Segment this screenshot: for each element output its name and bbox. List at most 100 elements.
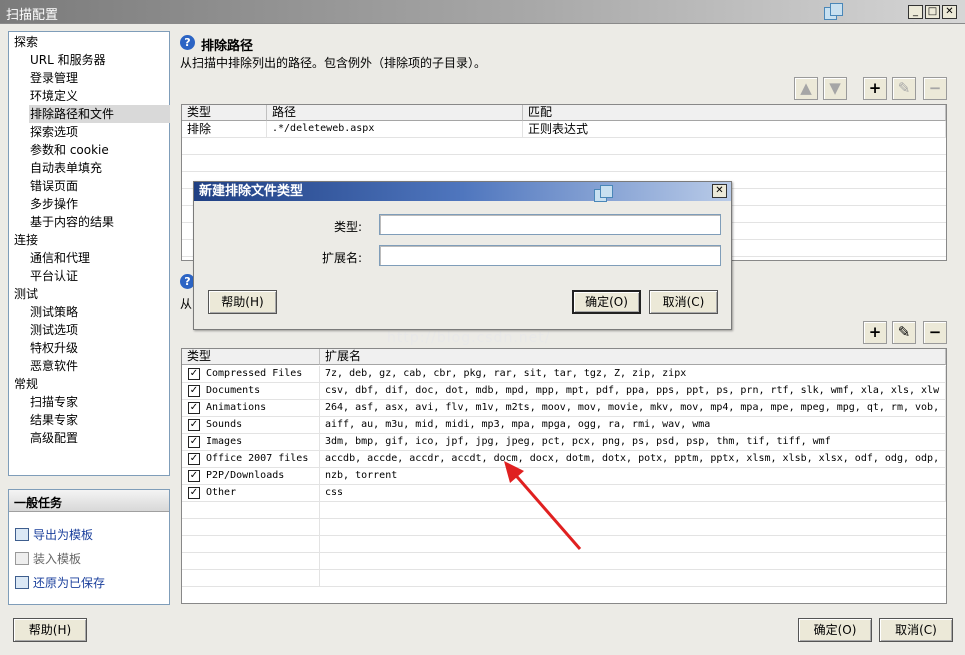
add-file-type-button[interactable]: + [863, 321, 887, 344]
tree-item-result-expert[interactable]: 结果专家 [29, 411, 170, 429]
restore-icon [15, 576, 29, 589]
general-tasks-panel: 一般任务 导出为模板 装入模板 还原为已保存 [8, 489, 170, 605]
task-restore-saved[interactable]: 还原为已保存 [15, 574, 105, 592]
file-type-row[interactable]: Documents ✓ csv, dbf, dif, doc, dot, mdb… [182, 383, 946, 400]
cancel-button[interactable]: 取消(C) [879, 618, 953, 642]
tree-item-auto-form-fill[interactable]: 自动表单填充 [29, 159, 170, 177]
tree-group-general[interactable]: 常规 [14, 375, 38, 393]
edit-path-button[interactable]: ✎ [892, 77, 916, 100]
tree-item-test-policy[interactable]: 测试策略 [29, 303, 170, 321]
file-type-checkbox[interactable]: ✓ [188, 453, 200, 465]
tree-item-error-pages[interactable]: 错误页面 [29, 177, 170, 195]
config-tree: 探索 URL 和服务器 登录管理 环境定义 排除路径和文件 探索选项 参数和 c… [8, 31, 170, 476]
tree-item-comm-proxy[interactable]: 通信和代理 [29, 249, 170, 267]
file-type-cell: P2P/Downloads [182, 468, 320, 485]
tasks-title: 一般任务 [9, 490, 169, 512]
help-button[interactable]: 帮助(H) [13, 618, 87, 642]
file-type-row[interactable]: Sounds ✓ aiff, au, m3u, mid, midi, mp3, … [182, 417, 946, 434]
tree-item-environment[interactable]: 环境定义 [29, 87, 170, 105]
file-type-checkbox[interactable]: ✓ [188, 368, 200, 380]
tree-item-privilege-escalation[interactable]: 特权升级 [29, 339, 170, 357]
file-type-checkbox[interactable]: ✓ [188, 470, 200, 482]
move-down-button[interactable]: ▼ [823, 77, 847, 100]
task-export-template[interactable]: 导出为模板 [15, 526, 93, 544]
help-icon[interactable]: ? [180, 35, 195, 50]
file-type-checkbox[interactable]: ✓ [188, 402, 200, 414]
file-type-row[interactable]: Compressed Files ✓ 7z, deb, gz, cab, cbr… [182, 366, 946, 383]
extensions-cell: accdb, accde, accdr, accdt, docm, docx, … [320, 451, 946, 468]
exclude-files-description: 从 [180, 297, 193, 311]
dialog-close-button[interactable]: ✕ [712, 184, 727, 198]
tree-item-content-results[interactable]: 基于内容的结果 [29, 213, 170, 231]
extensions-cell: aiff, au, m3u, mid, midi, mp3, mpa, mpga… [320, 417, 946, 434]
file-type-checkbox[interactable]: ✓ [188, 419, 200, 431]
config-window-icon [824, 3, 846, 21]
tree-item-login-management[interactable]: 登录管理 [29, 69, 170, 87]
table-row[interactable]: 排除 .*/deleteweb.aspx 正则表达式 [182, 121, 946, 138]
file-type-cell: Compressed Files [182, 366, 320, 383]
load-template-icon [15, 552, 29, 565]
maximize-button[interactable]: □ [925, 5, 940, 19]
tree-item-scan-expert[interactable]: 扫描专家 [29, 393, 170, 411]
window-title-bar[interactable]: 扫描配置 _ □ ✕ [0, 0, 965, 24]
tree-item-url-servers[interactable]: URL 和服务器 [29, 51, 170, 69]
type-input[interactable] [379, 214, 721, 235]
tree-item-advanced-config[interactable]: 高级配置 [29, 429, 170, 447]
empty-row [182, 570, 946, 587]
tree-group-test[interactable]: 测试 [14, 285, 38, 303]
exclude-paths-description: 从扫描中排除列出的路径。包含例外（排除项的子目录）。 [180, 56, 487, 70]
tree-group-connection[interactable]: 连接 [14, 231, 38, 249]
tree-item-multistep[interactable]: 多步操作 [29, 195, 170, 213]
file-type-checkbox[interactable]: ✓ [188, 385, 200, 397]
annotation-arrow-shaft [510, 470, 582, 550]
type-label: 类型: [333, 220, 362, 234]
tree-item-malware[interactable]: 恶意软件 [29, 357, 170, 375]
column-header-match[interactable]: 匹配 [523, 105, 946, 121]
tree-item-explore-options[interactable]: 探索选项 [29, 123, 170, 141]
dialog-window-icon [594, 185, 616, 203]
column-header-type[interactable]: 类型 [182, 105, 267, 121]
remove-file-type-button[interactable]: − [923, 321, 947, 344]
dialog-ok-button[interactable]: 确定(O) [572, 290, 641, 314]
tree-group-explore[interactable]: 探索 [14, 33, 38, 51]
annotation-arrow [504, 461, 582, 550]
file-type-cell: Images [182, 434, 320, 451]
file-type-row[interactable]: Images ✓ 3dm, bmp, gif, ico, jpf, jpg, j… [182, 434, 946, 451]
new-exclude-file-type-dialog: 新建排除文件类型 ✕ 类型: 扩展名: 帮助(H) 确定(O) 取消(C) [193, 181, 732, 330]
move-up-button[interactable]: ▲ [794, 77, 818, 100]
remove-path-button[interactable]: − [923, 77, 947, 100]
file-type-row[interactable]: Animations ✓ 264, asf, asx, avi, flv, m1… [182, 400, 946, 417]
file-type-checkbox[interactable]: ✓ [188, 436, 200, 448]
minimize-button[interactable]: _ [908, 5, 923, 19]
dialog-help-button[interactable]: 帮助(H) [208, 290, 277, 314]
file-type-cell: Sounds [182, 417, 320, 434]
column-header-type[interactable]: 类型 [182, 349, 320, 365]
extension-label: 扩展名: [321, 251, 362, 265]
ok-button[interactable]: 确定(O) [798, 618, 872, 642]
extension-input[interactable] [379, 245, 721, 266]
tree-item-test-options[interactable]: 测试选项 [29, 321, 170, 339]
column-header-path[interactable]: 路径 [267, 105, 523, 121]
dialog-cancel-button[interactable]: 取消(C) [649, 290, 718, 314]
extensions-cell: nzb, torrent [320, 468, 946, 485]
file-type-checkbox[interactable]: ✓ [188, 487, 200, 499]
path-value-cell: .*/deleteweb.aspx [267, 121, 523, 138]
file-type-cell: Office 2007 files [182, 451, 320, 468]
file-type-cell: Other [182, 485, 320, 502]
add-path-button[interactable]: + [863, 77, 887, 100]
column-header-extensions[interactable]: 扩展名 [320, 349, 946, 365]
export-icon [15, 528, 29, 541]
extensions-cell: 264, asf, asx, avi, flv, m1v, m2ts, moov… [320, 400, 946, 417]
empty-row [182, 155, 946, 172]
extensions-cell: 3dm, bmp, gif, ico, jpf, jpg, jpeg, pct,… [320, 434, 946, 451]
dialog-title-bar[interactable]: 新建排除文件类型 [194, 182, 731, 201]
tree-item-exclude-paths-files[interactable]: 排除路径和文件 [29, 105, 170, 123]
task-load-template[interactable]: 装入模板 [15, 550, 81, 568]
tree-item-params-cookies[interactable]: 参数和 cookie [29, 141, 170, 159]
extensions-cell: csv, dbf, dif, doc, dot, mdb, mpd, mpp, … [320, 383, 946, 400]
empty-row [182, 138, 946, 155]
tree-item-platform-auth[interactable]: 平台认证 [29, 267, 170, 285]
empty-row [182, 553, 946, 570]
edit-file-type-button[interactable]: ✎ [892, 321, 916, 344]
close-button[interactable]: ✕ [942, 5, 957, 19]
